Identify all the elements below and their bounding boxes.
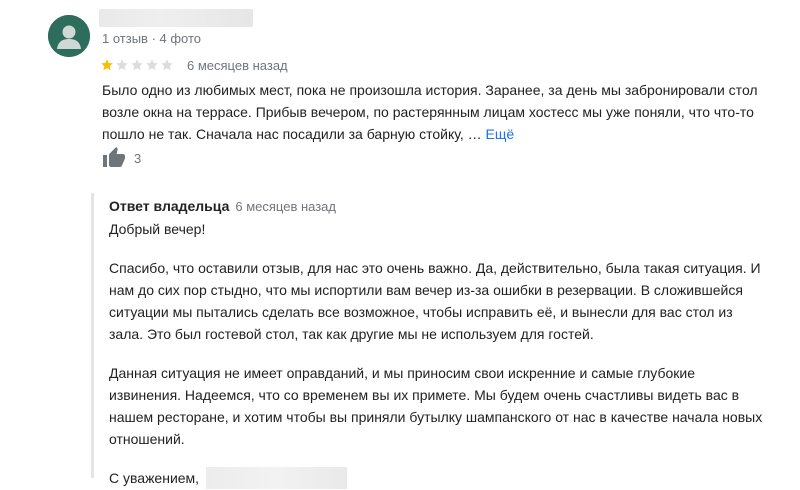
owner-response-signoff: С уважением, bbox=[109, 467, 769, 490]
star-empty-icon bbox=[161, 59, 173, 71]
like-count: 3 bbox=[134, 150, 142, 166]
signature-redacted bbox=[205, 467, 347, 490]
avatar[interactable] bbox=[48, 15, 90, 57]
owner-response-date: 6 месяцев назад bbox=[235, 199, 336, 214]
owner-response-header: Ответ владельца 6 месяцев назад bbox=[109, 198, 336, 214]
author-name-redacted[interactable] bbox=[99, 9, 253, 27]
owner-response-label: Ответ владельца bbox=[109, 198, 230, 214]
owner-response-paragraph: Данная ситуация не имеет оправданий, и м… bbox=[109, 365, 763, 447]
owner-response: Ответ владельца 6 месяцев назад Добрый ве… bbox=[91, 193, 774, 490]
owner-response-paragraph: Спасибо, что оставили отзыв, для нас это… bbox=[109, 260, 761, 342]
more-link[interactable]: Ещё bbox=[486, 126, 515, 142]
star-empty-icon bbox=[131, 59, 143, 71]
review-body: Было одно из любимых мест, пока не произ… bbox=[102, 82, 758, 142]
author-meta: 1 отзыв · 4 фото bbox=[102, 31, 202, 46]
star-filled-icon bbox=[101, 59, 113, 71]
star-empty-icon bbox=[116, 59, 128, 71]
thumbs-up-icon bbox=[103, 147, 125, 167]
owner-response-greeting: Добрый вечер! bbox=[109, 221, 206, 237]
person-icon bbox=[48, 15, 90, 57]
star-rating bbox=[100, 58, 174, 72]
review-text: Было одно из любимых мест, пока не произ… bbox=[102, 79, 772, 145]
review-date: 6 месяцев назад bbox=[187, 57, 288, 73]
star-empty-icon bbox=[146, 59, 158, 71]
review-card: 1 отзыв · 4 фото 6 месяцев назад Было од… bbox=[0, 0, 800, 490]
like-button[interactable]: 3 bbox=[102, 145, 141, 171]
rating-row: 6 месяцев назад bbox=[100, 56, 288, 74]
owner-response-body: Добрый вечер! Спасибо, что оставили отзы… bbox=[109, 218, 769, 490]
signoff-text: С уважением, bbox=[109, 470, 200, 486]
